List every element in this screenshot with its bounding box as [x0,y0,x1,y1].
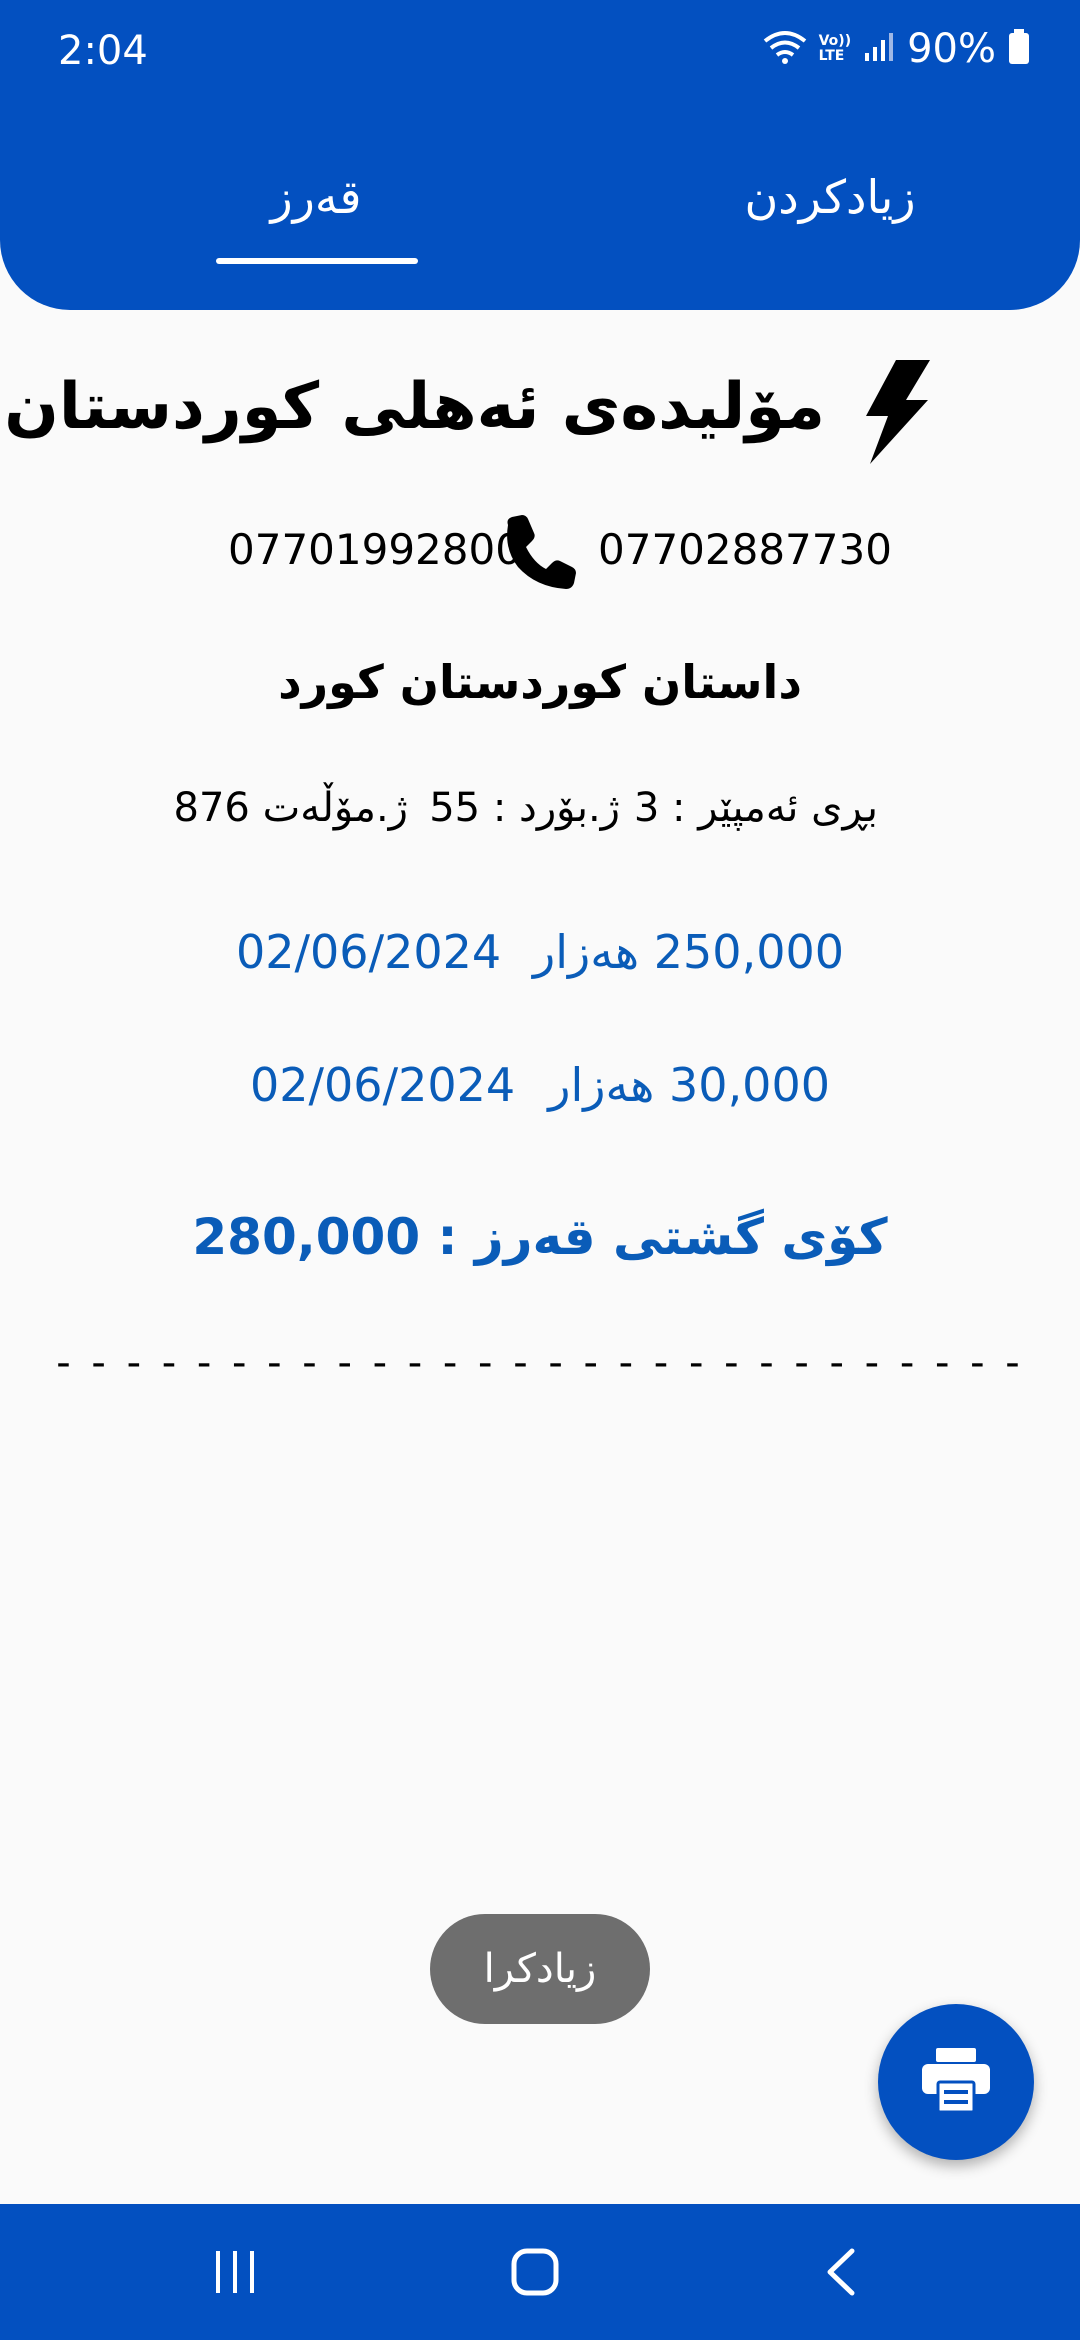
generator-title-row: مۆلیدەی ئەهلی کوردستان [0,360,1080,470]
battery-percent: 90% [907,26,996,72]
debt-total: کۆی گشتی قەرز : 280,000 [192,1208,888,1266]
print-button[interactable] [878,2004,1034,2160]
status-time: 2:04 [58,28,148,74]
ampere-amount: بڕی ئەمپێر : 3 [633,785,878,831]
toast-message: زیادکرا [430,1914,650,2024]
tab-add[interactable]: زیادکردن [730,170,930,224]
battery-icon [1008,29,1030,69]
volte-label-bottom: LTE [818,48,845,64]
debt-entry: 250,000 هەزار 02/06/2024 [0,925,1080,995]
tab-active-indicator [216,258,418,264]
phone-number-left[interactable]: 07701992800 [228,525,522,574]
app-header: 2:04 Vo)) LTE 90% قەرز زیادکردن [0,0,1080,310]
recent-apps-icon [212,2249,258,2299]
board-number: ژ.بۆرد : 55 [429,785,620,831]
home-button[interactable] [495,2244,575,2304]
customer-name: داستان کوردستان کورد [278,655,802,709]
tab-debt[interactable]: قەرز [216,170,416,224]
debt-entry: 30,000 هەزار 02/06/2024 [0,1058,1080,1128]
wifi-icon [763,29,807,69]
permit-number: ژ.مۆڵەت 876 [173,785,408,831]
phone-number-right[interactable]: 07702887730 [598,525,892,574]
volte-label-top: Vo)) [818,33,852,49]
tab-bar: قەرز زیادکردن [0,160,1080,280]
meter-info-row: بڕی ئەمپێر : 3 ژ.بۆرد : 55 ژ.مۆڵەت 876 [0,785,1080,845]
debt-date: 02/06/2024 [250,1058,516,1112]
recent-apps-button[interactable] [195,2244,275,2304]
system-nav-bar [0,2204,1080,2340]
lightning-icon [866,360,930,468]
back-icon [820,2247,860,2301]
printer-icon [922,2048,990,2116]
phone-row: 07701992800 07702887730 [0,515,1080,595]
debt-amount: 30,000 هەزار [548,1058,830,1112]
volte-icon: Vo)) LTE [819,34,851,64]
generator-name: مۆلیدەی ئەهلی کوردستان [4,370,825,444]
back-button[interactable] [800,2244,880,2304]
home-icon [510,2247,560,2301]
phone-icon [500,515,576,595]
signal-icon [863,31,895,67]
debt-date: 02/06/2024 [236,925,502,979]
debt-amount: 250,000 هەزار [533,925,844,979]
status-bar: 2:04 Vo)) LTE 90% [0,0,1080,100]
dashed-divider: - - - - - - - - - - - - - - - - - - - - … [56,1340,1024,1386]
status-indicators: Vo)) LTE 90% [763,26,1030,72]
